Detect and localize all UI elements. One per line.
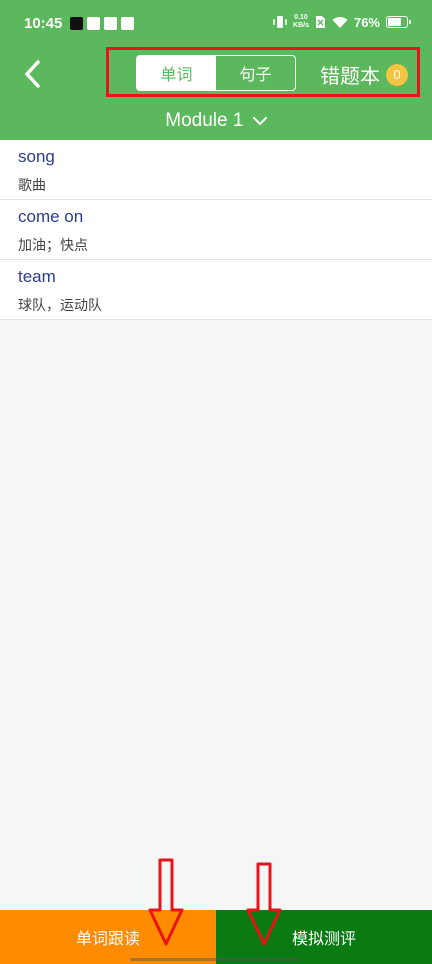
word-meaning: 歌曲 <box>18 178 46 194</box>
vibrate-icon <box>273 16 287 28</box>
list-item[interactable]: song 歌曲 <box>0 140 432 200</box>
net-speed-unit: KB/s <box>293 22 309 29</box>
module-selector[interactable]: Module 1 <box>0 110 432 132</box>
notification-icons <box>70 17 134 30</box>
annotation-arrow-down-icon <box>148 858 184 946</box>
word-list: song 歌曲 come on 加油；快点 team 球队，运动队 <box>0 140 432 320</box>
status-bar: 10:45 0.10 KB/s 76% <box>0 0 432 50</box>
link-icon <box>104 17 117 30</box>
tiktok-icon <box>70 17 83 30</box>
highlight-annotation-box <box>106 47 420 97</box>
word-meaning: 加油；快点 <box>18 238 88 254</box>
battery-icon <box>386 16 411 28</box>
message-icon <box>121 17 134 30</box>
module-label: Module 1 <box>165 110 244 131</box>
system-icons: 0.10 KB/s 76% <box>273 14 411 30</box>
net-speed-value: 0.10 <box>294 14 308 21</box>
back-button[interactable] <box>18 56 48 92</box>
annotation-arrow-down-icon <box>246 862 282 946</box>
list-item[interactable]: team 球队，运动队 <box>0 260 432 320</box>
status-time: 10:45 <box>24 15 63 32</box>
mail-box-icon <box>87 17 100 30</box>
net-speed: 0.10 KB/s <box>293 14 309 30</box>
list-item[interactable]: come on 加油；快点 <box>0 200 432 260</box>
wifi-icon <box>332 16 348 28</box>
word-text: song <box>18 147 55 166</box>
home-indicator[interactable] <box>130 958 300 961</box>
word-text: team <box>18 267 56 286</box>
no-sim-icon <box>315 16 325 28</box>
word-meaning: 球队，运动队 <box>18 298 102 314</box>
battery-percent: 76% <box>353 14 380 30</box>
chevron-left-icon <box>25 60 40 88</box>
chevron-down-icon <box>252 116 267 126</box>
word-text: come on <box>18 207 84 226</box>
battery-fill <box>388 18 401 26</box>
